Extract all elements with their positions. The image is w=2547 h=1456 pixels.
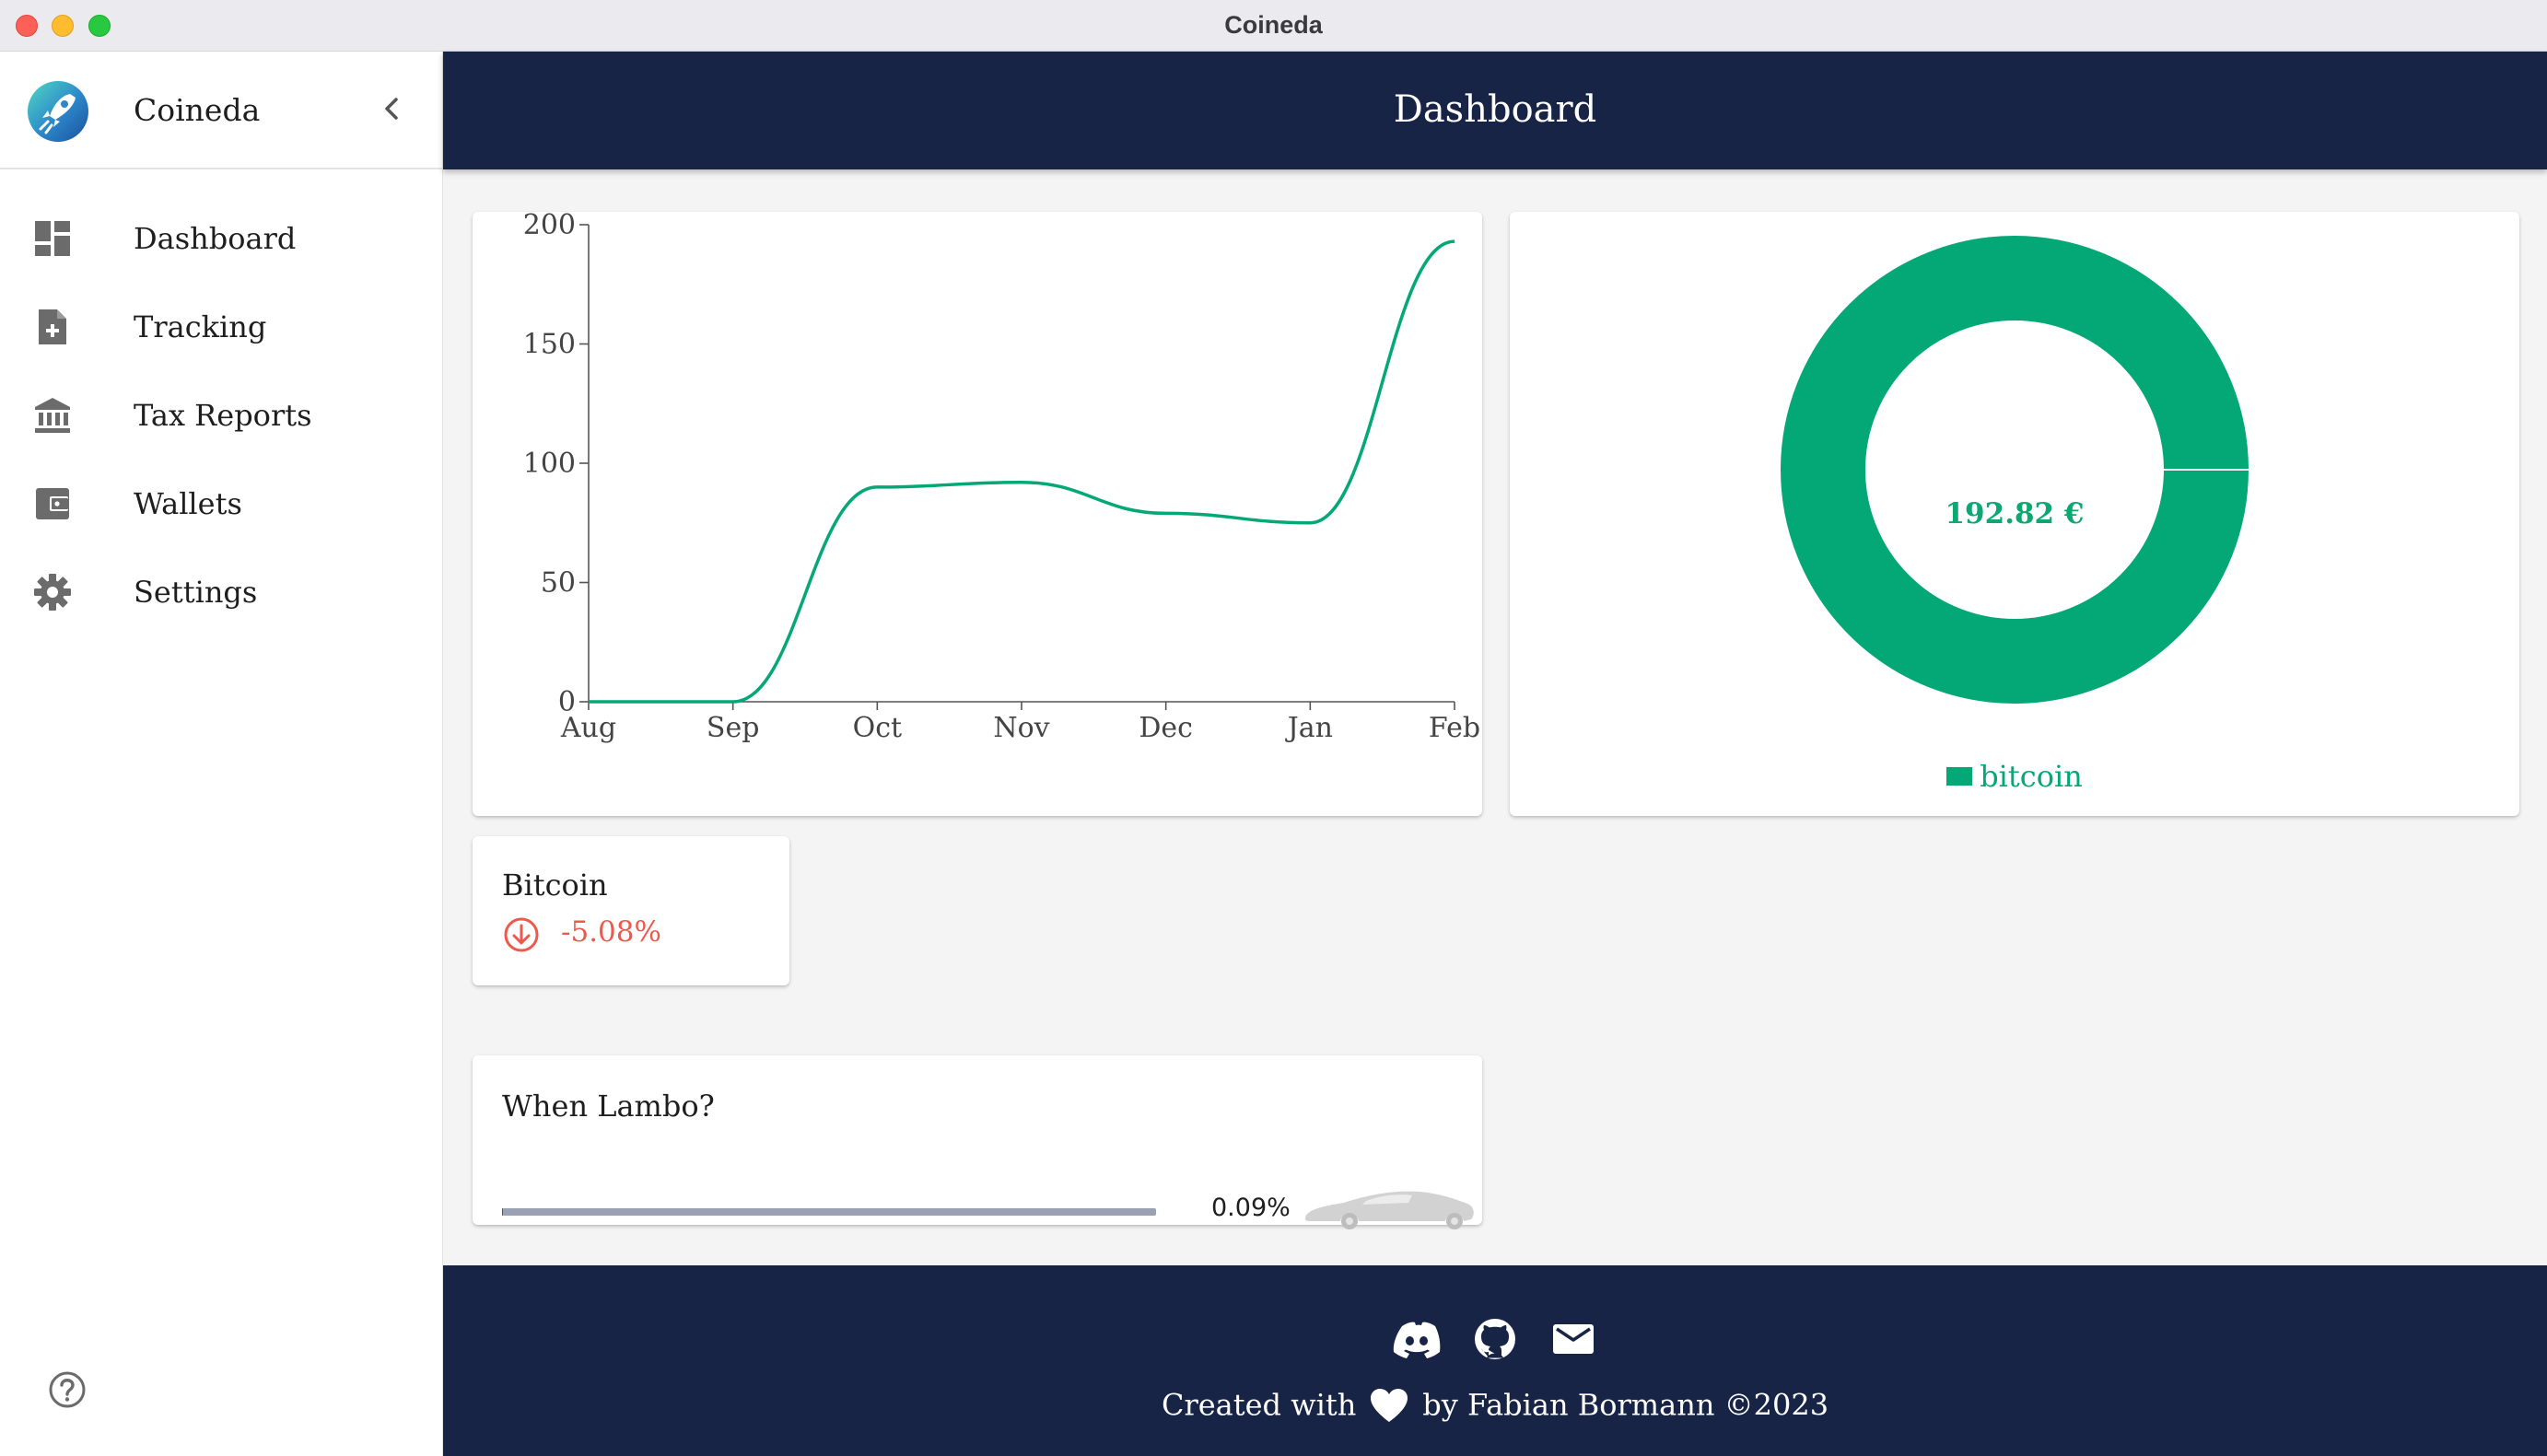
x-tick-label: Aug bbox=[560, 712, 616, 744]
coin-name: Bitcoin bbox=[502, 868, 608, 903]
donut-slice[interactable] bbox=[1781, 236, 2249, 704]
sidebar-item-label: Tracking bbox=[134, 309, 267, 344]
heart-icon bbox=[1371, 1388, 1408, 1422]
sidebar-item-label: Wallets bbox=[134, 486, 242, 521]
portfolio-line-chart: 050100150200Aug Sep Oct Nov Dec Jan Feb bbox=[523, 212, 1480, 744]
page-header: Dashboard bbox=[443, 52, 2547, 169]
x-tick-label: Jan bbox=[1285, 712, 1333, 744]
collapse-sidebar-button[interactable] bbox=[374, 90, 411, 127]
mail-icon[interactable] bbox=[1549, 1317, 1597, 1361]
sidebar-item-settings[interactable]: Settings bbox=[0, 551, 442, 639]
add-document-icon bbox=[39, 309, 66, 344]
main-content: Dashboard 0 50 100 150 200 Aug Sep Oct Nov Dec Jan… bbox=[443, 52, 2547, 1456]
sidebar-item-label: Dashboard bbox=[134, 221, 297, 256]
y-tick-label: 50 bbox=[541, 567, 576, 600]
portfolio-line-chart-card: 0 50 100 150 200 Aug Sep Oct Nov Dec Jan Feb bbox=[473, 212, 1482, 816]
credit-suffix: by Fabian Bormann ©2023 bbox=[1422, 1387, 1829, 1423]
page-title: Dashboard bbox=[1393, 88, 1597, 131]
github-icon[interactable] bbox=[1471, 1317, 1519, 1361]
sidebar: Coineda Dashboard Tracking Tax Reports W… bbox=[0, 52, 443, 1456]
footer: Created with by Fabian Bormann ©2023 bbox=[443, 1265, 2547, 1456]
rocket-logo-icon bbox=[28, 81, 88, 142]
window-title: Coineda bbox=[1224, 11, 1323, 39]
bank-icon bbox=[35, 398, 70, 433]
sidebar-item-wallets[interactable]: Wallets bbox=[0, 462, 442, 551]
lambo-progress-label: 0.09% bbox=[1211, 1194, 1291, 1222]
coin-change-percent: -5.08% bbox=[561, 915, 661, 949]
brand-name: Coineda bbox=[134, 92, 261, 128]
wallet-icon bbox=[36, 488, 69, 519]
sports-car-icon bbox=[1304, 1191, 1474, 1229]
footer-credit: Created with by Fabian Bormann ©2023 bbox=[443, 1385, 2547, 1424]
title-bar: Coineda bbox=[0, 0, 2547, 52]
lambo-title: When Lambo? bbox=[502, 1089, 715, 1124]
dashboard-icon bbox=[35, 221, 70, 256]
social-links bbox=[443, 1317, 2547, 1361]
sidebar-item-label: Settings bbox=[134, 575, 258, 610]
legend-swatch bbox=[1946, 767, 1973, 786]
sidebar-item-label: Tax Reports bbox=[134, 398, 312, 433]
credit-prefix: Created with bbox=[1161, 1387, 1357, 1423]
donut-center-value: 192.82 € bbox=[1945, 497, 2085, 530]
lambo-progress-fill bbox=[502, 1208, 503, 1216]
y-tick-label: 150 bbox=[523, 329, 576, 361]
series-line bbox=[589, 239, 1455, 704]
help-icon[interactable] bbox=[48, 1370, 87, 1409]
sidebar-item-tax-reports[interactable]: Tax Reports bbox=[0, 374, 442, 462]
x-tick-label: Sep bbox=[707, 712, 760, 744]
sidebar-item-tracking[interactable]: Tracking bbox=[0, 285, 442, 374]
arrow-down-circle-icon bbox=[504, 917, 539, 952]
discord-icon[interactable] bbox=[1393, 1317, 1441, 1361]
y-tick-label: 200 bbox=[523, 212, 576, 241]
when-lambo-card: When Lambo? 0.09% bbox=[473, 1055, 1482, 1229]
y-tick-label: 100 bbox=[523, 448, 576, 480]
x-tick-label: Feb bbox=[1429, 712, 1480, 744]
coin-change-card[interactable]: Bitcoin -5.08% bbox=[473, 836, 789, 985]
x-tick-label: Dec bbox=[1139, 712, 1193, 744]
x-tick-label: Nov bbox=[993, 712, 1049, 744]
gear-icon bbox=[34, 574, 71, 611]
brand-header: Coineda bbox=[0, 52, 442, 169]
sidebar-nav: Dashboard Tracking Tax Reports Wallets S… bbox=[0, 197, 442, 639]
lambo-progress-bar bbox=[502, 1208, 1156, 1216]
allocation-donut-card: 192.82 € bitcoin bbox=[1510, 212, 2519, 816]
donut-legend[interactable]: bitcoin bbox=[1510, 759, 2519, 794]
sidebar-item-dashboard[interactable]: Dashboard bbox=[0, 197, 442, 285]
x-tick-label: Oct bbox=[853, 712, 902, 744]
chevron-left-icon bbox=[385, 98, 398, 120]
legend-label: bitcoin bbox=[1980, 759, 2083, 794]
